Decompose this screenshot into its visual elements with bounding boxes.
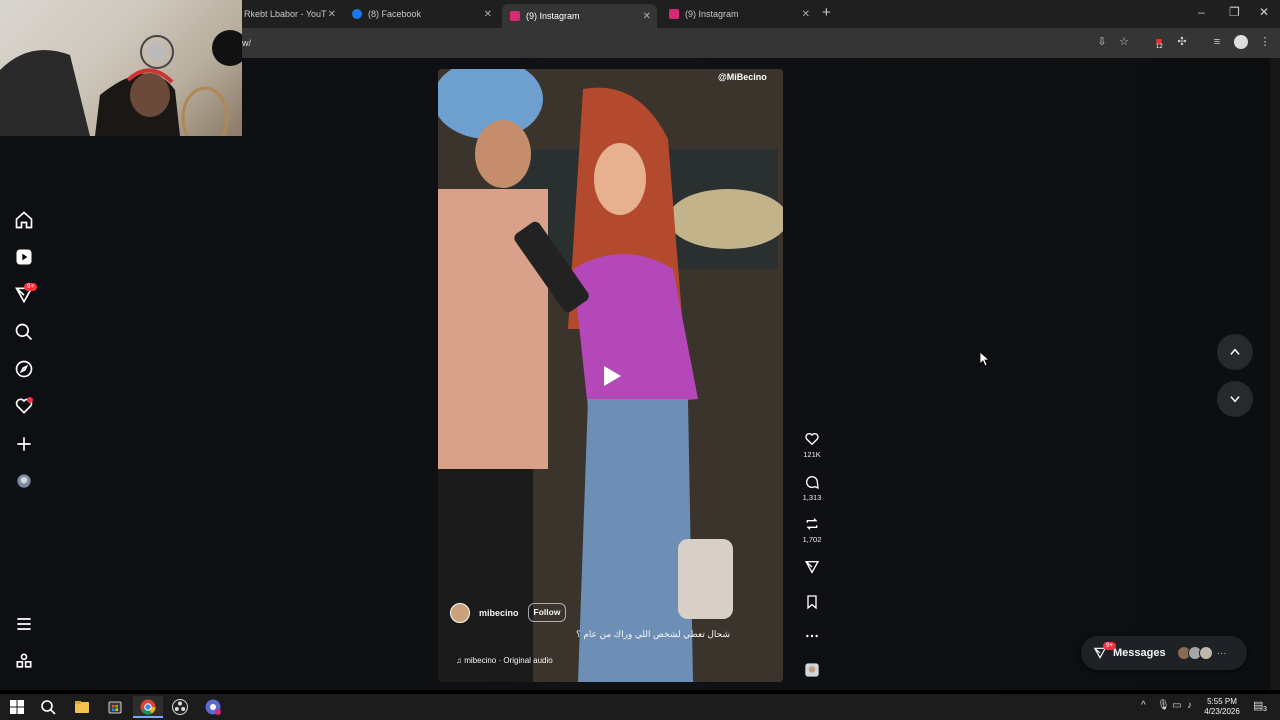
chrome-icon[interactable] [139, 698, 157, 716]
more-menu-icon[interactable] [14, 614, 34, 634]
file-explorer-icon[interactable] [73, 698, 91, 716]
volume-icon[interactable]: ♪ [1187, 700, 1192, 711]
reel-caption: شحال تعطي لشخص اللي وراك من عام ؟ [576, 629, 730, 639]
profile-avatar-icon[interactable] [1234, 35, 1248, 49]
notification-center-icon[interactable]: ▤ [1253, 699, 1263, 712]
meta-apps-icon[interactable] [14, 651, 34, 671]
extension-badge: 12 [1156, 44, 1163, 50]
windows-start-icon[interactable] [8, 698, 26, 716]
show-hidden-icons-icon[interactable]: ^ [1141, 700, 1146, 711]
webcam-overlay [0, 0, 242, 136]
close-window-icon[interactable]: ✕ [1259, 5, 1269, 19]
repost-icon [806, 518, 818, 530]
tab-facebook[interactable]: (8) Facebook ✕ [344, 4, 498, 24]
search-icon[interactable] [39, 698, 57, 716]
comment-button[interactable]: 1,313 [800, 474, 824, 502]
profile-avatar-icon[interactable] [14, 471, 34, 491]
media-control-icon[interactable]: ≡ [1210, 35, 1224, 49]
instagram-icon [669, 9, 679, 19]
chevron-down-icon [1230, 396, 1240, 403]
tab-title: (8) Facebook [368, 9, 422, 19]
direct-messages-icon[interactable]: 9+ [14, 283, 37, 305]
send-icon [804, 561, 820, 574]
search-icon[interactable] [14, 322, 34, 342]
avatar [1198, 646, 1213, 660]
share-button[interactable] [800, 559, 824, 575]
follow-button[interactable]: Follow [528, 603, 566, 622]
comment-count: 1,313 [802, 493, 822, 502]
tab-title: (9) Instagram [685, 9, 739, 19]
home-icon[interactable] [14, 210, 34, 230]
message-avatars [1176, 646, 1213, 660]
clock-time: 5:55 PM [1207, 697, 1237, 706]
more-dots-icon [806, 634, 818, 638]
save-button[interactable] [800, 594, 824, 610]
audio-thumbnail[interactable] [800, 662, 824, 678]
like-count: 121K [803, 450, 821, 459]
chevron-up-icon [1230, 348, 1240, 355]
bookmark-icon [807, 595, 817, 610]
author-username[interactable]: mibecino [479, 608, 519, 618]
restore-icon[interactable]: ❐ [1229, 5, 1240, 19]
obs-icon[interactable] [171, 698, 189, 716]
play-icon[interactable] [602, 365, 622, 387]
browser-menu-icon[interactable]: ⋮ [1258, 35, 1272, 49]
bookmark-star-icon[interactable]: ☆ [1117, 35, 1131, 49]
page-scrollbar[interactable] [1270, 58, 1280, 690]
explore-compass-icon[interactable] [14, 359, 34, 379]
facebook-icon [352, 9, 362, 19]
notifications-badge: 9+ [24, 283, 37, 291]
url-text[interactable]: w/ [242, 38, 251, 48]
minimize-icon[interactable]: – [1198, 5, 1205, 19]
close-tab-icon[interactable]: ✕ [484, 9, 492, 20]
extensions-puzzle-icon[interactable]: ✣ [1175, 35, 1189, 49]
close-tab-icon[interactable]: ✕ [328, 9, 336, 20]
create-plus-icon[interactable] [14, 434, 34, 454]
store-icon[interactable] [106, 698, 124, 716]
notifications-heart-icon[interactable] [14, 396, 34, 416]
tab-title: Rkebt Lbabor - YouT [244, 9, 327, 19]
notification-dot [27, 397, 33, 403]
mouse-cursor-icon [980, 352, 990, 366]
microphone-icon[interactable]: 🎙 [1157, 700, 1170, 711]
windows-taskbar [0, 694, 1280, 720]
like-button[interactable]: 121K [800, 431, 824, 459]
install-app-icon[interactable]: ⇩ [1095, 35, 1109, 49]
reels-icon[interactable] [14, 247, 34, 267]
tab-instagram[interactable]: (9) Instagram ✕ [661, 4, 816, 24]
repost-count: 1,702 [802, 535, 822, 544]
next-reel-button[interactable] [1217, 381, 1253, 417]
new-tab-icon[interactable]: + [822, 4, 831, 21]
tab-youtube[interactable]: Rkebt Lbabor - YouT ✕ [236, 4, 342, 24]
instagram-icon [510, 11, 520, 21]
more-options-button[interactable] [800, 628, 824, 644]
clock-date: 4/23/2026 [1204, 707, 1240, 716]
notification-count: 3 [1263, 706, 1267, 713]
audio-info[interactable]: ♫ mibecino · Original audio [456, 656, 553, 665]
network-icon[interactable]: ▭ [1172, 700, 1181, 711]
heart-icon [805, 433, 819, 446]
chrome-profile-icon[interactable] [204, 698, 222, 716]
comment-icon [806, 476, 819, 490]
tab-title: (9) Instagram [526, 11, 580, 21]
messages-label: Messages [1113, 647, 1166, 659]
author-avatar[interactable] [450, 603, 470, 623]
messages-badge: 9+ [1103, 642, 1116, 650]
close-tab-icon[interactable]: ✕ [802, 9, 810, 20]
video-watermark: @MiBecino [718, 72, 767, 82]
more-dots-icon: ··· [1216, 647, 1227, 659]
close-tab-icon[interactable]: ✕ [643, 11, 651, 22]
music-note-icon: ♫ [456, 656, 462, 665]
audio-label: mibecino · Original audio [464, 656, 553, 665]
tab-instagram-active[interactable]: (9) Instagram ✕ [502, 4, 657, 28]
messages-button[interactable]: 9+ Messages ··· [1081, 636, 1247, 670]
previous-reel-button[interactable] [1217, 334, 1253, 370]
system-clock[interactable]: 5:55 PM 4/23/2026 [1198, 697, 1246, 717]
repost-button[interactable]: 1,702 [800, 516, 824, 544]
